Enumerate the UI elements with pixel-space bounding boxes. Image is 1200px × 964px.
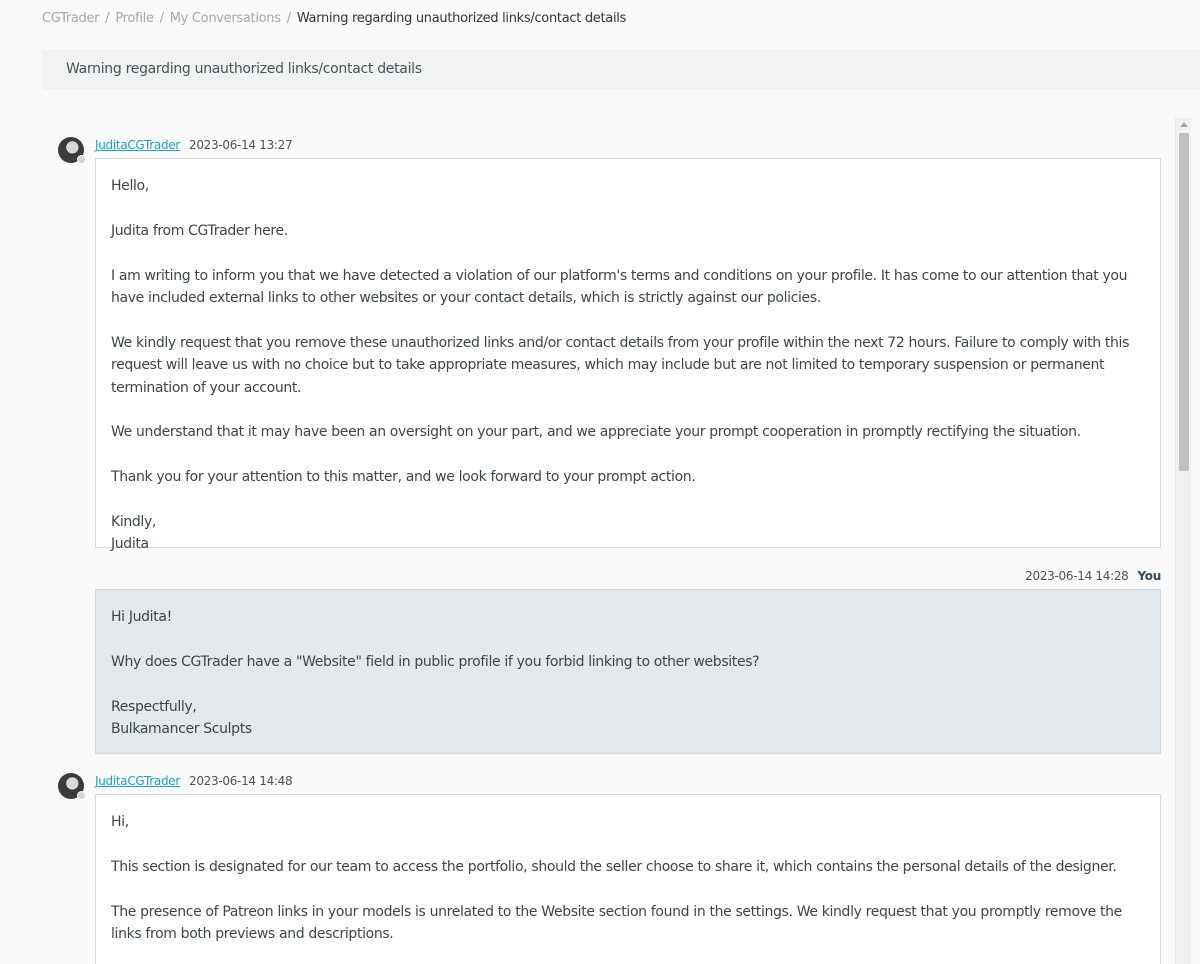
- scroll-up-arrow-icon[interactable]: [1180, 122, 1188, 127]
- message-bubble: Hi, This section is designated for our t…: [95, 794, 1161, 964]
- breadcrumb-current: Warning regarding unauthorized links/con…: [296, 11, 627, 26]
- message-paragraph: We understand that it may have been an o…: [111, 424, 1081, 441]
- status-dot: [77, 791, 86, 800]
- message-timestamp: 2023-06-14 14:28: [1025, 569, 1129, 583]
- message-signoff: Kindly, Judita: [111, 511, 1145, 556]
- author-link[interactable]: JuditaCGTrader: [95, 138, 180, 152]
- message-paragraph: The presence of Patreon links in your mo…: [111, 903, 1122, 942]
- message-timestamp: 2023-06-14 13:27: [189, 138, 293, 152]
- breadcrumb-cgtrader[interactable]: CGTrader: [42, 11, 100, 26]
- breadcrumb-separator: /: [159, 11, 164, 26]
- avatar[interactable]: [58, 137, 86, 164]
- message-paragraph: Why does CGTrader have a "Website" field…: [111, 653, 760, 670]
- breadcrumb: CGTrader / Profile / My Conversations / …: [42, 11, 626, 26]
- breadcrumb-my-conversations[interactable]: My Conversations: [170, 11, 281, 26]
- thread-scrollbar[interactable]: [1175, 118, 1191, 964]
- message-header: JuditaCGTrader 2023-06-14 14:48: [95, 771, 293, 791]
- message-header: 2023-06-14 14:28 You: [1025, 566, 1161, 586]
- signoff-line: Respectfully,: [111, 698, 197, 715]
- breadcrumb-separator: /: [105, 11, 110, 26]
- signoff-line: Judita: [111, 536, 149, 553]
- author-you: You: [1137, 569, 1162, 583]
- message-paragraph: Judita from CGTrader here.: [111, 222, 288, 239]
- message-timestamp: 2023-06-14 14:48: [189, 774, 293, 788]
- conversation-subject: Warning regarding unauthorized links/con…: [42, 50, 1200, 90]
- message-thread[interactable]: JuditaCGTrader 2023-06-14 13:27 Hello, J…: [58, 120, 1175, 964]
- message-signoff: Respectfully, Bulkamancer Sculpts: [111, 696, 1145, 741]
- message-bubble: Hello, Judita from CGTrader here. I am w…: [95, 158, 1161, 552]
- message-paragraph: Hello,: [111, 178, 149, 194]
- message-header: JuditaCGTrader 2023-06-14 13:27: [95, 135, 293, 155]
- status-dot: [77, 155, 86, 164]
- breadcrumb-separator: /: [286, 11, 291, 26]
- message-bubble-own: Hi Judita! Why does CGTrader have a "Web…: [95, 589, 1161, 754]
- message-paragraph: This section is designated for our team …: [111, 858, 1117, 875]
- breadcrumb-profile[interactable]: Profile: [115, 11, 154, 26]
- message-paragraph: Hi,: [111, 814, 129, 830]
- avatar[interactable]: [58, 773, 86, 800]
- message-paragraph: Thank you for your attention to this mat…: [111, 469, 696, 486]
- message-paragraph: Hi Judita!: [111, 609, 172, 625]
- signoff-line: Kindly,: [111, 514, 157, 530]
- message-paragraph: I am writing to inform you that we have …: [111, 267, 1128, 306]
- signoff-line: Bulkamancer Sculpts: [111, 721, 252, 737]
- scrollbar-thumb[interactable]: [1179, 133, 1189, 471]
- author-link[interactable]: JuditaCGTrader: [95, 774, 180, 788]
- message-paragraph: We kindly request that you remove these …: [111, 334, 1130, 396]
